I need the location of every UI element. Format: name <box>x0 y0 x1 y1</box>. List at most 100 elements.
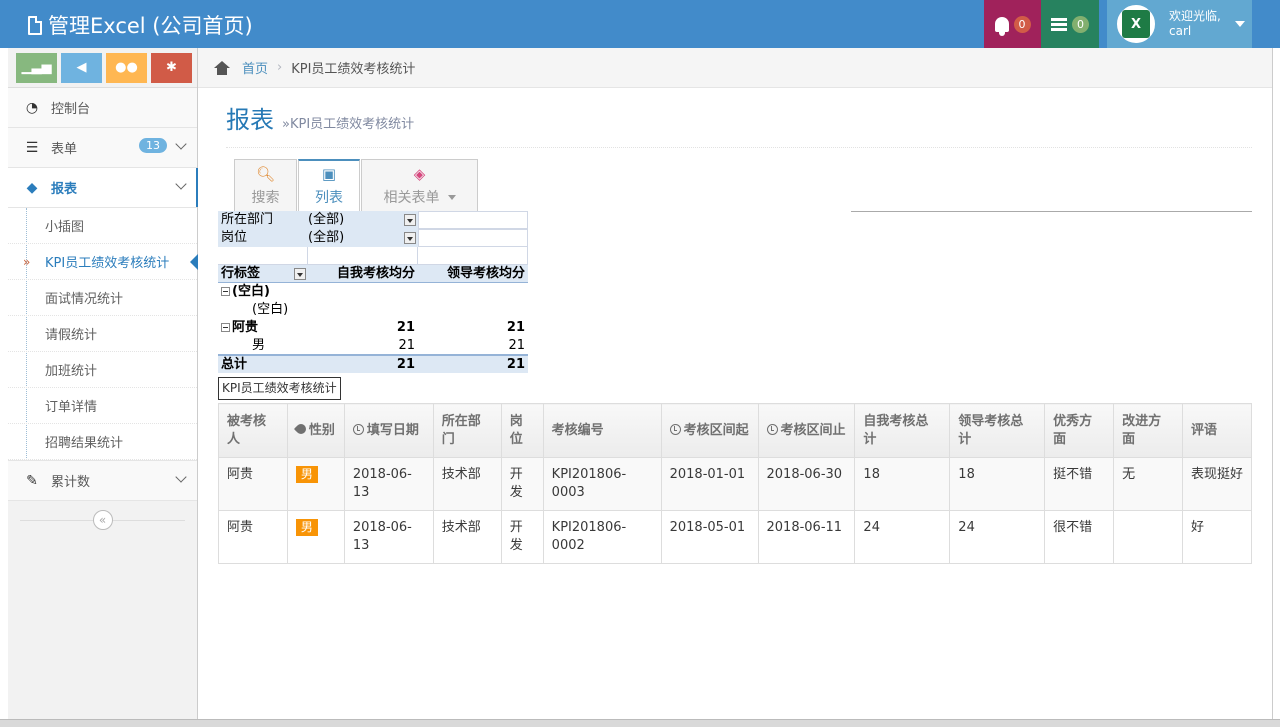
column-header[interactable]: 所在部门 <box>432 403 502 458</box>
column-header[interactable]: 优秀方面 <box>1044 403 1115 458</box>
column-header[interactable]: 改进方面 <box>1113 403 1183 458</box>
table-cell: 表现挺好 <box>1181 457 1253 511</box>
column-header-text: 考核区间止 <box>780 422 846 438</box>
list-icon: ☰ <box>25 139 39 156</box>
table-cell: 好 <box>1181 510 1253 564</box>
chevron-down-icon <box>175 471 187 483</box>
sheet-tab[interactable]: KPI员工绩效考核统计 <box>218 377 341 400</box>
search-tab[interactable]: 🔍︎ 搜索 <box>234 159 297 211</box>
list-tab[interactable]: ▣ 列表 <box>298 159 360 211</box>
tab-underline <box>851 211 1252 212</box>
pivot-filter-label: 岗位 <box>221 230 248 245</box>
pivot-empty-cell <box>418 229 528 247</box>
table-cell: 18 <box>949 457 1046 511</box>
reports-submenu: 小插图 KPI员工绩效考核统计 面试情况统计 请假统计 加班统计 订单详情 招聘… <box>8 207 198 460</box>
submenu-item-interview[interactable]: 面试情况统计 <box>8 280 197 316</box>
column-header[interactable]: 性别 <box>286 403 345 458</box>
submenu-item-sparkline[interactable]: 小插图 <box>8 208 197 244</box>
column-header[interactable]: 岗位 <box>500 403 544 458</box>
dashboard-icon: ◔ <box>25 99 39 116</box>
pivot-group-label[interactable]: 阿贵 <box>218 319 308 337</box>
sidebar-link-reports[interactable]: ◆ 报表 <box>8 168 198 207</box>
sidebar-link-forms[interactable]: ☰ 表单 13 <box>8 128 197 167</box>
pivot-empty-cell <box>308 247 418 265</box>
sidebar-item-label: 累计数 <box>51 475 91 490</box>
table-row[interactable]: 阿贵 男 2018-06-13 技术部 开发 KPI201806-0002 20… <box>218 510 1253 564</box>
collapse-sidebar-icon[interactable]: « <box>92 510 113 530</box>
column-header[interactable]: 被考核人 <box>218 403 288 458</box>
pivot-value: 21 <box>398 338 415 353</box>
notifications-button[interactable]: 0 <box>984 0 1041 48</box>
active-marker <box>196 168 198 207</box>
column-header[interactable]: 自我考核总计 <box>854 403 951 458</box>
column-header[interactable]: 领导考核总计 <box>949 403 1046 458</box>
submenu-item-overtime[interactable]: 加班统计 <box>8 352 197 388</box>
table-row[interactable]: 阿贵 男 2018-06-13 技术部 开发 KPI201806-0003 20… <box>218 457 1253 511</box>
submenu-item-recruitment[interactable]: 招聘结果统计 <box>8 424 197 460</box>
tag-icon: ◆ <box>26 179 38 196</box>
dropdown-arrow-icon[interactable] <box>404 214 416 226</box>
sidebar-link-cumulative[interactable]: ✎ 累计数 <box>8 461 197 500</box>
table-cell: 阿贵 <box>218 510 288 564</box>
pivot-filter-dropdown[interactable]: (全部) <box>308 229 418 247</box>
chevron-down-icon <box>175 178 187 190</box>
bell-icon <box>994 16 1009 36</box>
column-header-text: 填写日期 <box>366 422 419 438</box>
related-forms-tab[interactable]: ◈ 相关表单 <box>361 159 478 211</box>
column-header[interactable]: 考核编号 <box>542 403 662 458</box>
table-cell: 18 <box>854 457 951 511</box>
submenu-item-leave[interactable]: 请假统计 <box>8 316 197 352</box>
column-header[interactable]: 填写日期 <box>343 403 434 458</box>
caret-down-icon <box>447 195 456 200</box>
document-icon <box>28 15 42 35</box>
excel-logo-icon: X <box>1122 10 1150 38</box>
pivot-row-label-text: 行标签 <box>221 266 261 281</box>
submenu-item-kpi[interactable]: KPI员工绩效考核统计 <box>8 244 198 280</box>
table-cell: 很不错 <box>1044 510 1115 564</box>
column-header[interactable]: 考核区间起 <box>660 403 759 458</box>
cogs-shortcut-button[interactable]: ✱ <box>151 52 192 83</box>
pivot-total-label: 总计 <box>221 357 248 372</box>
sidebar-item-forms[interactable]: ☰ 表单 13 <box>8 128 197 168</box>
collapse-icon[interactable] <box>221 323 230 332</box>
user-menu[interactable]: X 欢迎光临, carl <box>1107 0 1252 48</box>
pivot-filter-label: 所在部门 <box>221 212 274 227</box>
breadcrumb-home-link[interactable]: 首页 <box>242 58 268 77</box>
sidebar-item-cumulative[interactable]: ✎ 累计数 <box>8 461 197 501</box>
search-tab-label: 搜索 <box>251 189 280 206</box>
users-shortcut-button[interactable]: ●● <box>106 52 147 83</box>
pivot-filter-value: (全部) <box>308 230 345 245</box>
table-cell: 24 <box>949 510 1046 564</box>
pivot-filter-dropdown[interactable]: (全部) <box>308 211 418 229</box>
pivot-col-header: 自我考核均分 <box>336 266 415 281</box>
pivot-row-label-header[interactable]: 行标签 <box>218 265 308 282</box>
tag-icon <box>293 421 308 436</box>
gender-badge: 男 <box>295 519 318 536</box>
signal-shortcut-button[interactable]: ▁▃▅ <box>16 52 57 83</box>
pivot-value <box>418 283 528 301</box>
collapse-icon[interactable] <box>221 287 230 296</box>
dropdown-arrow-icon[interactable] <box>404 232 416 244</box>
sidebar-item-dashboard[interactable]: ◔ 控制台 <box>8 88 197 128</box>
table-cell: 2018-01-01 <box>660 457 759 511</box>
tags-icon: ◈ <box>413 164 426 183</box>
table-cell: 开发 <box>500 457 544 511</box>
sidebar-item-reports[interactable]: ◆ 报表 小插图 KPI员工绩效考核统计 面试情况统计 请假统计 加班统计 订单… <box>8 168 198 461</box>
app-brand[interactable]: 管理Excel (公司首页) <box>28 10 253 40</box>
tasks-button[interactable]: 0 <box>1041 0 1099 48</box>
related-forms-row: 相关表单 <box>384 187 456 207</box>
page-subtitle: »KPI员工绩效考核统计 <box>282 117 415 132</box>
welcome-text: 欢迎光临, <box>1169 9 1221 23</box>
column-header[interactable]: 考核区间止 <box>757 403 856 458</box>
sidebar-link-dashboard[interactable]: ◔ 控制台 <box>8 88 197 127</box>
sidebar-nav: ◔ 控制台 ☰ 表单 13 ◆ 报表 小插图 KPI员工绩效考核统计 面试情况 <box>8 88 198 501</box>
sidebar: ▁▃▅ ◀ ●● ✱ ◔ 控制台 ☰ 表单 13 ◆ 报表 小插图 » KPI员… <box>8 48 198 720</box>
column-header[interactable]: 评语 <box>1181 403 1253 458</box>
pivot-group-row: (空白) <box>218 283 528 301</box>
dropdown-arrow-icon[interactable] <box>294 268 306 280</box>
submenu-item-orders[interactable]: 订单详情 <box>8 388 197 424</box>
pivot-value <box>308 283 418 301</box>
table-cell: KPI201806-0002 <box>542 510 662 564</box>
pivot-group-label[interactable]: (空白) <box>218 283 308 301</box>
bullhorn-shortcut-button[interactable]: ◀ <box>61 52 102 83</box>
